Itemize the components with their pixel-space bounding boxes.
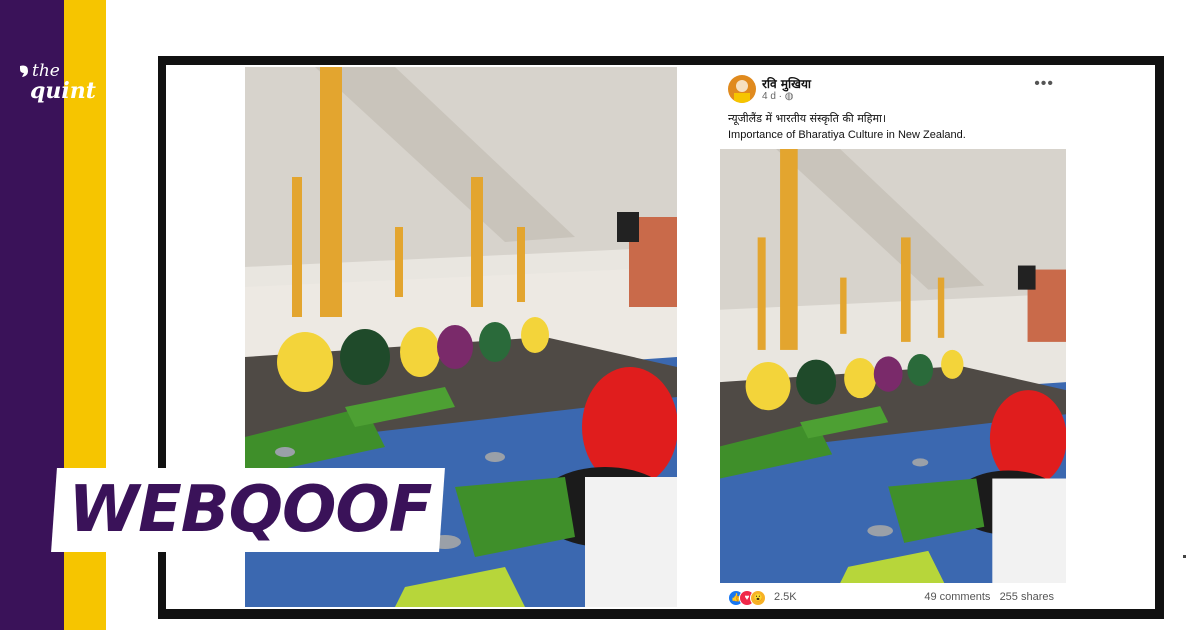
the-quint-logo: the quint [16, 62, 96, 112]
webqoof-badge: WEBQOOF [68, 473, 432, 547]
post-photo[interactable] [720, 149, 1066, 583]
facebook-post-header: रवि मुखिया 4 d · ◍ ••• न्यूजीलैंड में भा… [720, 65, 1066, 149]
post-author[interactable]: रवि मुखिया [762, 75, 811, 92]
wow-icon: 😮 [750, 590, 766, 606]
reaction-count[interactable]: 2.5K [774, 591, 797, 603]
decorative-dot [1183, 555, 1186, 558]
globe-icon: ◍ [784, 91, 794, 102]
post-caption-english: Importance of Bharatiya Culture in New Z… [728, 129, 966, 141]
engagement-counts: 49 comments 255 shares [924, 591, 1054, 603]
post-timestamp: 4 d · ◍ [762, 91, 794, 102]
comments-count[interactable]: 49 comments [924, 591, 990, 603]
post-caption-hindi: न्यूजीलैंड में भारतीय संस्कृति की महिमा। [728, 112, 887, 125]
shares-count[interactable]: 255 shares [1000, 591, 1054, 603]
more-options-icon[interactable]: ••• [1034, 75, 1054, 93]
avatar[interactable] [728, 75, 756, 103]
post-footer: 👍 ♥ 😮 2.5K 49 comments 255 shares [720, 585, 1066, 609]
quote-mark-icon [20, 65, 28, 77]
